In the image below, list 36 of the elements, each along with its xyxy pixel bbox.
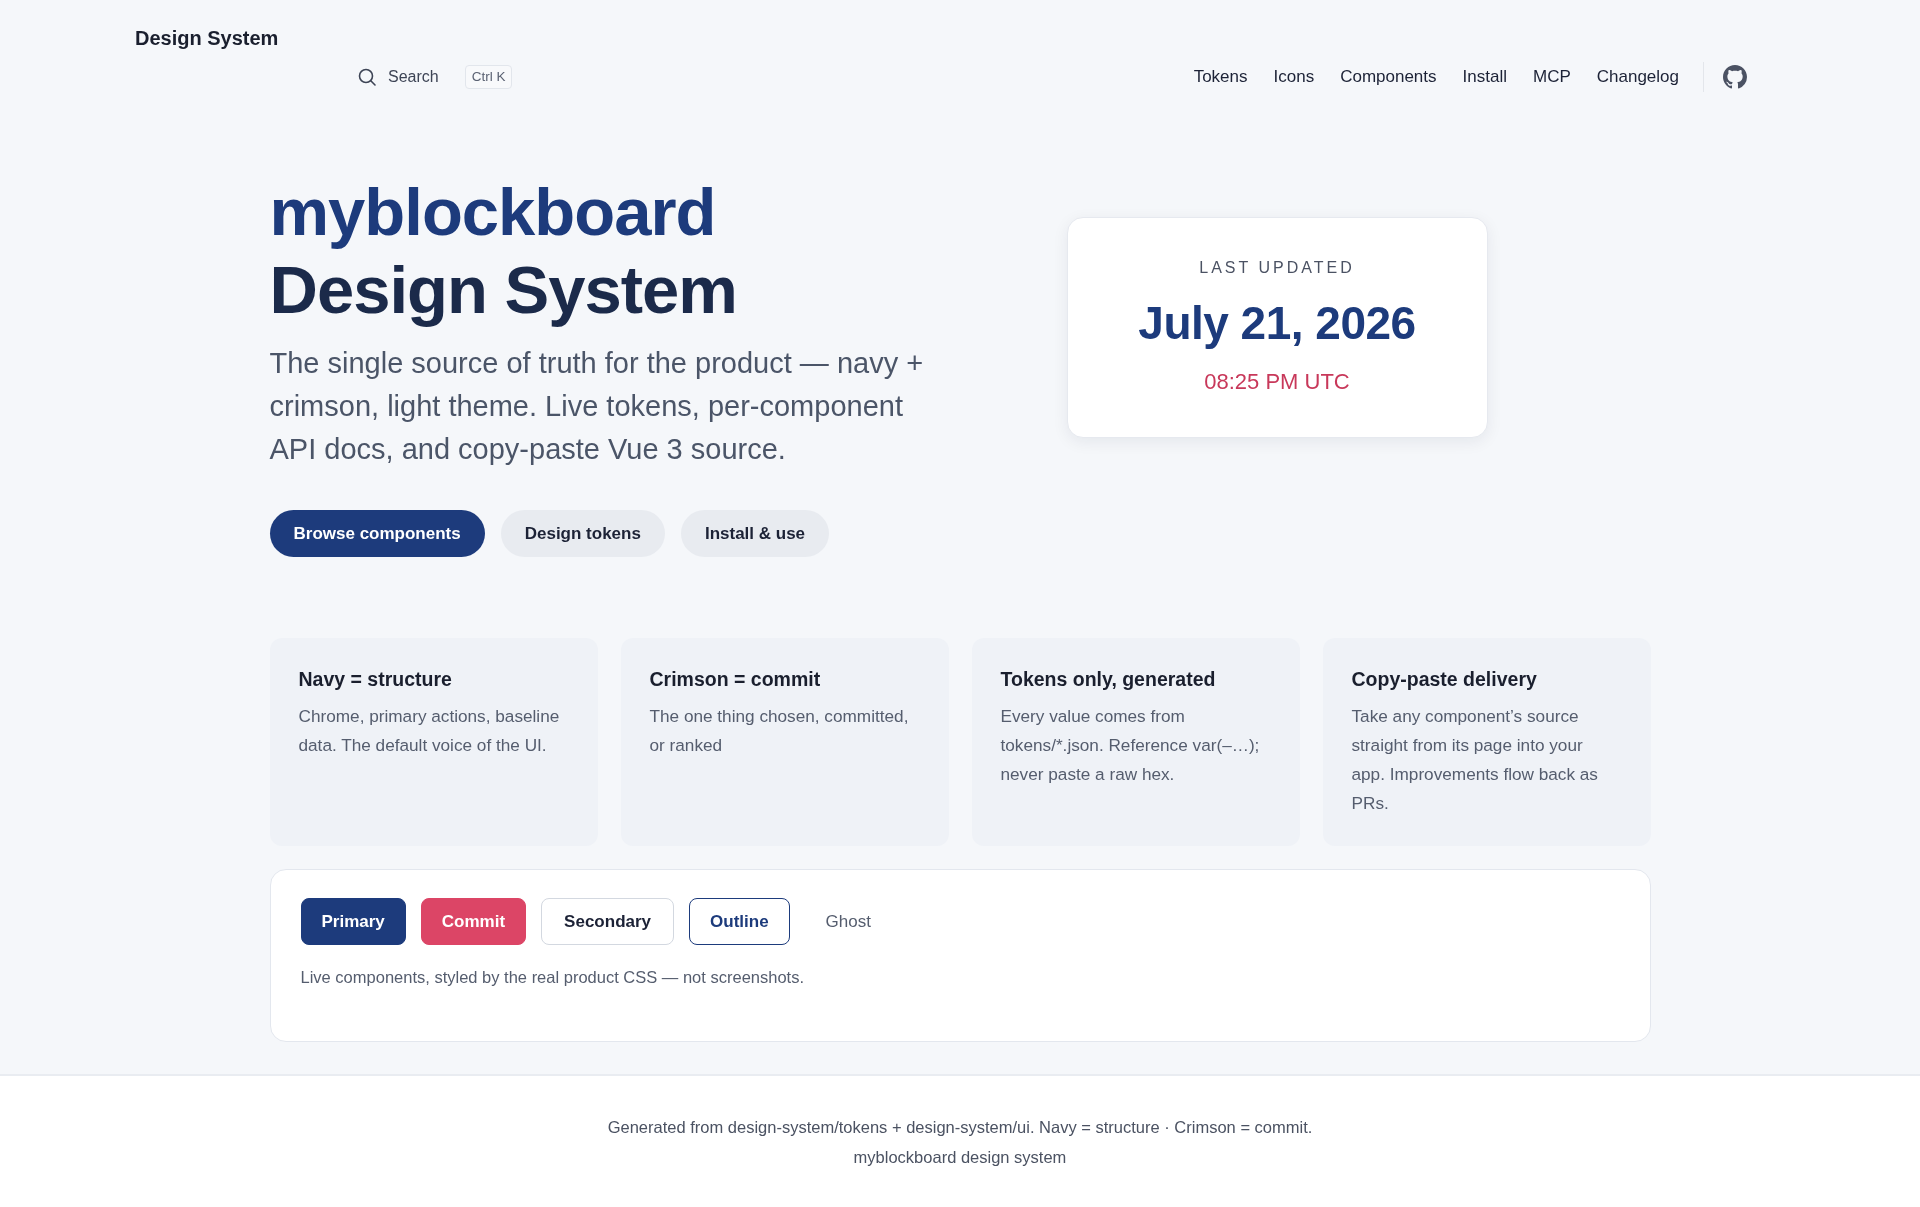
- nav-link[interactable]: Icons: [1263, 61, 1325, 93]
- principle-text: Take any component’s source straight from its page into your app. Improvements flow back as PRs.: [1351, 705, 1599, 815]
- last-updated-label: LAST UPDATED: [1198, 258, 1356, 278]
- principle-title: Navy = structure: [298, 667, 453, 692]
- action-button[interactable]: Design tokens: [500, 510, 665, 557]
- nav-link[interactable]: Install: [1452, 61, 1517, 93]
- footer-text: Generated from design-system/tokens + design-system/ui. Navy = structure · Crimson = commit.: [606, 1117, 1314, 1138]
- search-button[interactable]: Search Ctrl K: [350, 59, 521, 95]
- shortcut-hint: Ctrl K: [464, 65, 513, 89]
- nav-link[interactable]: Tokens: [1183, 61, 1258, 93]
- updated-date: July 21, 2026: [1137, 296, 1417, 351]
- footer-text: myblockboard design system: [852, 1147, 1068, 1168]
- principle-title: Crimson = commit: [649, 667, 822, 692]
- search-icon: [358, 68, 376, 86]
- principle-text: Every value comes from tokens/*.json. Reference var(–…); never paste a raw hex.: [1000, 705, 1261, 786]
- nav-link[interactable]: MCP: [1522, 61, 1581, 93]
- action-button[interactable]: Browse components: [269, 510, 485, 557]
- demo-button[interactable]: Commit: [420, 898, 527, 945]
- demo-note: Live components, styled by the real product CSS — not screenshots.: [300, 967, 805, 988]
- action-button[interactable]: Install & use: [680, 510, 830, 557]
- principle-text: Chrome, primary actions, baseline data. The default voice of the UI.: [298, 705, 561, 757]
- nav-link[interactable]: Components: [1330, 61, 1447, 93]
- demo-button[interactable]: Primary: [300, 898, 406, 945]
- principle-text: The one thing chosen, committed, or ranked: [649, 705, 910, 757]
- demo-button[interactable]: Outline: [689, 898, 790, 945]
- principle-title: Tokens only, generated: [1000, 667, 1217, 692]
- nav-link[interactable]: Changelog: [1586, 61, 1689, 93]
- hero-lead: The single source of truth for the product — navy + crimson, light theme. Live tokens, per-component API docs, and copy-paste Vue 3 source.: [269, 346, 925, 467]
- updated-time: 08:25 PM UTC: [1203, 368, 1351, 396]
- title-heading: Design System: [269, 251, 738, 329]
- demo-button[interactable]: Ghost: [804, 898, 892, 945]
- brand-name[interactable]: Design System: [135, 24, 279, 52]
- principle-title: Copy-paste delivery: [1351, 667, 1538, 692]
- demo-button[interactable]: Secondary: [541, 898, 675, 945]
- title-brand: myblockboard: [269, 173, 717, 251]
- github-icon[interactable]: [1723, 65, 1747, 89]
